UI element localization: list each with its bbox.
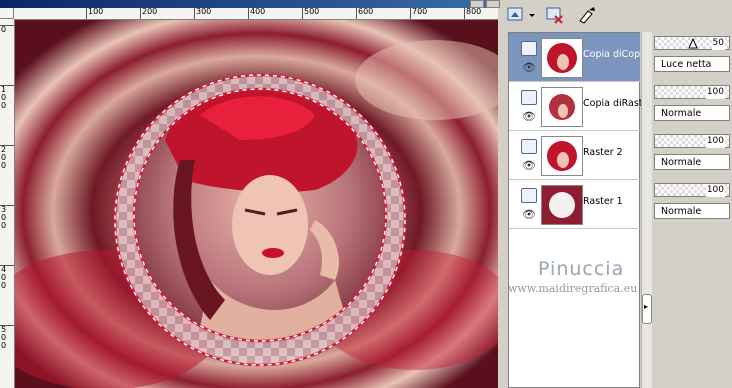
layer-props-row: 100 Normale [652, 130, 732, 178]
ruler-label: 200 [1, 145, 7, 170]
layer-props-row: 100 Normale [652, 81, 732, 129]
ruler-corner [0, 8, 14, 19]
ruler-tick: 500 [302, 8, 319, 19]
ruler-label: 300 [1, 205, 7, 230]
ruler-tick: 200 [140, 8, 157, 19]
layer-list-scrollbar[interactable] [641, 32, 652, 388]
ruler-label: 400 [1, 265, 7, 290]
layer-row[interactable]: 👁 Copia diRaste [509, 82, 648, 131]
ruler-tick: 400 [248, 8, 265, 19]
layer-thumbnail [541, 87, 583, 127]
ruler-tick: 600 [356, 8, 373, 19]
eye-icon[interactable]: 👁 [522, 61, 536, 74]
blend-mode-select[interactable]: Normale [654, 105, 730, 121]
ruler-tick: 300 [0, 205, 14, 230]
ruler-tick: 100 [86, 8, 103, 19]
layer-thumbnail [541, 38, 583, 78]
ruler-tick: 300 [194, 8, 211, 19]
blend-mode-select[interactable]: Luce netta [654, 56, 730, 72]
vertical-ruler: 0 100 200 300 400 500 [0, 19, 15, 388]
layer-name: Copia diCopia [583, 49, 649, 60]
blend-mode-select[interactable]: Normale [654, 203, 730, 219]
layer-list: 👁 Copia diCopia 👁 Copia diRaste 👁 Raster… [508, 32, 649, 388]
ruler-tick: 700 [410, 8, 427, 19]
opacity-slider[interactable]: 100 [654, 183, 730, 197]
layer-visibility-icon[interactable] [521, 188, 537, 203]
layers-panel: 👁 Copia diCopia 👁 Copia diRaste 👁 Raster… [500, 0, 732, 388]
maximize-button[interactable] [486, 0, 500, 8]
ruler-label: 800 [466, 8, 482, 16]
opacity-value: 50 [711, 37, 725, 50]
blend-mode-value: Normale [661, 157, 702, 168]
blend-mode-value: Normale [661, 206, 702, 217]
opacity-slider[interactable]: 50 [654, 36, 730, 50]
brush-icon[interactable] [576, 5, 598, 25]
title-bar [0, 0, 500, 8]
layer-thumbnail [541, 185, 583, 225]
eye-icon[interactable]: 👁 [522, 110, 536, 123]
opacity-value: 100 [705, 135, 725, 148]
chevron-down-icon[interactable] [527, 5, 537, 25]
opacity-slider[interactable]: 100 [654, 85, 730, 99]
slider-handle-icon[interactable] [687, 37, 699, 49]
ruler-tick: 800 [464, 8, 481, 19]
layer-visibility-icon[interactable] [521, 41, 537, 56]
blend-mode-select[interactable]: Normale [654, 154, 730, 170]
new-layer-icon[interactable] [506, 5, 528, 25]
layer-row[interactable]: 👁 Raster 2 [509, 131, 640, 180]
delete-layer-icon[interactable] [544, 5, 566, 25]
blend-mode-value: Luce netta [661, 59, 712, 70]
opacity-slider[interactable]: 100 [654, 134, 730, 148]
layer-properties: 50 Luce netta 100 Normale 100 Normale 10… [652, 32, 732, 388]
ruler-tick: 100 [0, 85, 14, 110]
watermark-name: Pinuccia [538, 258, 625, 280]
ruler-label: 100 [88, 8, 104, 16]
layer-props-row: 100 Normale [652, 179, 732, 227]
ruler-tick: 200 [0, 145, 14, 170]
panel-collapse-button[interactable]: ▸ [642, 294, 652, 324]
layer-row[interactable]: 👁 Raster 1 [509, 180, 640, 229]
layer-name: Raster 1 [583, 196, 623, 207]
window-controls [470, 0, 500, 8]
ruler-label: 700 [412, 8, 428, 16]
ruler-label: 0 [1, 25, 7, 34]
ruler-tick: 0 [0, 25, 14, 34]
ruler-label: 500 [1, 325, 7, 350]
horizontal-ruler: 100 200 300 400 500 600 700 800 [14, 8, 498, 20]
layer-props-row: 50 Luce netta [652, 32, 732, 80]
ruler-tick: 500 [0, 325, 14, 350]
ruler-label: 400 [250, 8, 266, 16]
minimize-button[interactable] [470, 0, 484, 8]
layer-name: Raster 2 [583, 147, 623, 158]
layer-thumbnail [541, 136, 583, 176]
ruler-label: 500 [304, 8, 320, 16]
layer-visibility-icon[interactable] [521, 139, 537, 154]
ruler-tick: 400 [0, 265, 14, 290]
ruler-label: 100 [1, 85, 7, 110]
blend-mode-value: Normale [661, 108, 702, 119]
ruler-label: 200 [142, 8, 158, 16]
eye-icon[interactable]: 👁 [522, 159, 536, 172]
layer-name: Copia diRaste [583, 98, 649, 109]
ruler-label: 300 [196, 8, 212, 16]
watermark-url: www.maidiregrafica.eu [508, 282, 638, 295]
layer-row[interactable]: 👁 Copia diCopia [509, 33, 649, 82]
eye-icon[interactable]: 👁 [522, 208, 536, 221]
layers-toolbar [500, 0, 732, 30]
chevron-right-icon: ▸ [644, 302, 649, 311]
opacity-value: 100 [705, 86, 725, 99]
opacity-value: 100 [705, 184, 725, 197]
image-canvas[interactable] [15, 20, 498, 388]
artwork [15, 20, 498, 388]
ruler-label: 600 [358, 8, 374, 16]
layer-visibility-icon[interactable] [521, 90, 537, 105]
